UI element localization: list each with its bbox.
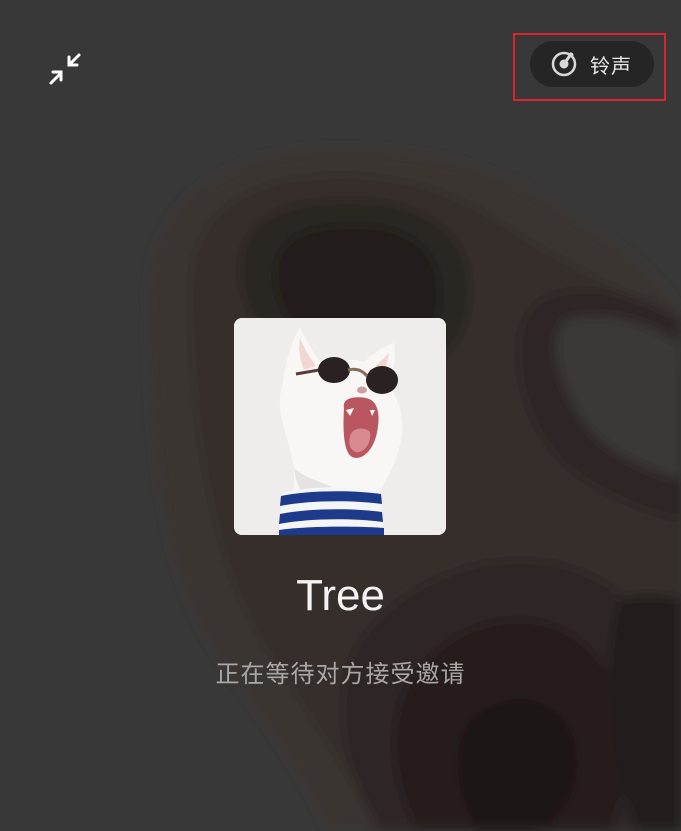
ringtone-label: 铃声	[590, 53, 632, 78]
voice-call-screen: 铃声 Tree 正在等待对方接受邀请	[0, 0, 681, 831]
music-disc-icon	[550, 50, 578, 78]
ringtone-button[interactable]: 铃声	[530, 41, 654, 87]
minimize-arrows-icon	[49, 53, 81, 85]
minimize-button[interactable]	[40, 44, 90, 94]
cat-with-sunglasses-avatar	[234, 318, 446, 535]
contact-avatar	[234, 318, 446, 535]
call-status-text: 正在等待对方接受邀请	[215, 660, 466, 688]
contact-name: Tree	[296, 571, 385, 620]
